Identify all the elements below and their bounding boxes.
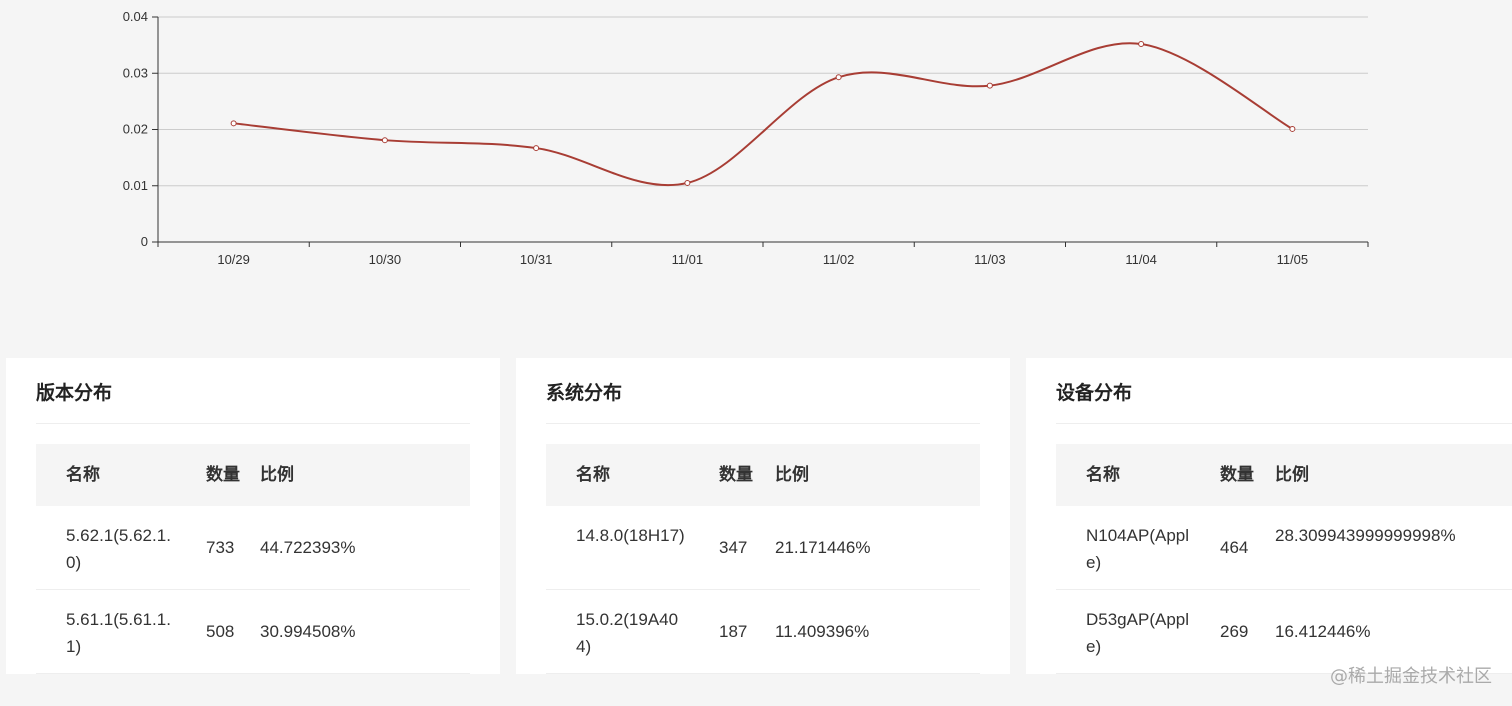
header-count: 数量 [1220, 465, 1254, 485]
header-ratio: 比例 [260, 465, 294, 485]
x-tick-label: 11/05 [1277, 252, 1309, 267]
cell-count: 733 [206, 538, 235, 557]
table-header: 名称 数量 比例 [36, 444, 470, 506]
x-tick-label: 10/31 [520, 252, 553, 267]
cell-name: 5.62.1(5.62.1.0) [66, 526, 171, 572]
cell-name: D53gAP(Apple) [1086, 610, 1190, 656]
cell-count: 347 [719, 538, 748, 557]
version-distribution-card: 版本分布 名称 数量 比例 5.62.1(5.62.1.0) 733 44.72… [6, 358, 500, 674]
x-tick-label: 11/02 [823, 252, 855, 267]
cell-ratio: 21.171446% [775, 538, 871, 557]
data-point [533, 145, 540, 152]
series-line [233, 42, 1293, 187]
x-tick-label: 11/04 [1125, 252, 1157, 267]
data-point [230, 120, 237, 127]
header-name: 名称 [66, 465, 100, 485]
y-tick-label: 0.02 [123, 122, 148, 137]
watermark: @稀土掘金技术社区 [1330, 666, 1492, 687]
y-tick-label: 0.01 [123, 178, 148, 193]
data-point [1138, 41, 1145, 47]
version-table: 名称 数量 比例 5.62.1(5.62.1.0) 733 44.722393%… [36, 444, 470, 674]
cell-ratio: 28.309943999999998% [1275, 526, 1456, 545]
trend-chart: 0 0.01 0.02 0.03 0.04 10/29 10/30 10/31 11/01 11/… [0, 0, 1512, 300]
line-chart-svg: 0 0.01 0.02 0.03 0.04 10/29 10/30 10/31 11/01 11/… [123, 9, 1369, 267]
cell-name: 5.61.1(5.61.1.1) [66, 610, 171, 656]
data-point [1289, 125, 1296, 132]
x-tick-label: 10/30 [369, 252, 402, 267]
table-row: 5.61.1(5.61.1.1) 508 30.994508% [36, 590, 470, 674]
cell-count: 269 [1220, 622, 1249, 641]
header-ratio: 比例 [1275, 465, 1309, 485]
header-name: 名称 [576, 465, 610, 485]
header-count: 数量 [719, 465, 753, 485]
cell-ratio: 44.722393% [260, 538, 356, 557]
y-tick-label: 0.03 [123, 65, 148, 80]
y-tick-label: 0 [141, 234, 148, 249]
cell-name: 14.8.0(18H17) [576, 526, 685, 545]
card-title: 系统分布 [546, 382, 623, 404]
cell-count: 464 [1220, 538, 1249, 557]
card-title: 设备分布 [1056, 382, 1133, 404]
divider [546, 423, 980, 424]
divider [1056, 423, 1512, 424]
data-point [986, 82, 993, 89]
distribution-cards: 版本分布 名称 数量 比例 5.62.1(5.62.1.0) 733 44.72… [0, 358, 1512, 706]
table-row: 15.0.2(19A404) 187 11.409396% [546, 590, 980, 674]
x-tick-label: 11/01 [672, 252, 704, 267]
device-table: 名称 数量 比例 N104AP(Apple) 464 28.3099439999… [1056, 444, 1512, 674]
cell-ratio: 11.409396% [775, 622, 870, 641]
system-table: 名称 数量 比例 14.8.0(18H17) 347 21.171446% 15… [546, 444, 980, 674]
cell-name: 15.0.2(19A404) [576, 610, 679, 656]
header-ratio: 比例 [775, 465, 809, 485]
system-distribution-card: 系统分布 名称 数量 比例 14.8.0(18H17) 347 21.17144… [516, 358, 1010, 674]
header-count: 数量 [206, 465, 240, 485]
x-tick-label: 10/29 [217, 252, 250, 267]
data-point [835, 74, 842, 81]
table-row: 14.8.0(18H17) 347 21.171446% [546, 506, 980, 590]
x-tick-label: 11/03 [974, 252, 1006, 267]
y-tick-label: 0.04 [123, 9, 148, 24]
cell-count: 187 [719, 622, 748, 641]
table-row: N104AP(Apple) 464 28.309943999999998% [1056, 506, 1512, 590]
divider [36, 423, 470, 424]
device-distribution-card: 设备分布 名称 数量 比例 N104AP(Apple) 464 28.30994… [1026, 358, 1512, 674]
cell-ratio: 30.994508% [260, 622, 356, 641]
table-header: 名称 数量 比例 [546, 444, 980, 506]
cell-name: N104AP(Apple) [1086, 526, 1190, 572]
table-header: 名称 数量 比例 [1056, 444, 1512, 506]
card-title: 版本分布 [36, 382, 113, 404]
data-point [684, 179, 691, 186]
cell-count: 508 [206, 622, 235, 641]
data-point [381, 137, 388, 144]
table-row: 5.62.1(5.62.1.0) 733 44.722393% [36, 506, 470, 590]
header-name: 名称 [1086, 465, 1120, 485]
